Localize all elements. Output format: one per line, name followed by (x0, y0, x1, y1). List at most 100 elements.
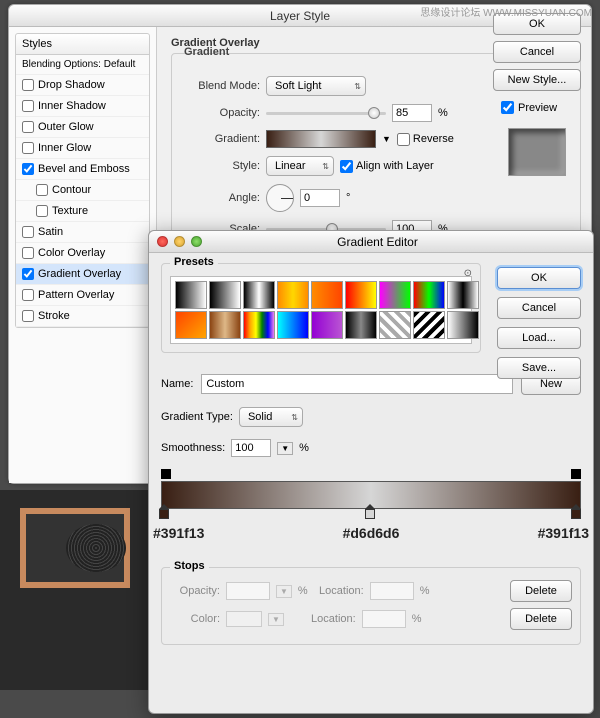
opacity-stop[interactable] (161, 469, 171, 479)
stop-opacity-dropdown-icon[interactable]: ▼ (276, 585, 292, 598)
save-button[interactable]: Save... (497, 357, 581, 379)
blending-options-item[interactable]: Blending Options: Default (16, 55, 149, 75)
sidebar-item[interactable]: Pattern Overlay (16, 285, 149, 306)
sidebar-item[interactable]: Inner Shadow (16, 96, 149, 117)
gradient-type-select[interactable]: Solid⇅ (239, 407, 303, 427)
reverse-checkbox[interactable]: Reverse (397, 133, 454, 146)
style-checkbox[interactable] (36, 184, 48, 196)
sidebar-item[interactable]: Satin (16, 222, 149, 243)
stop-location-input[interactable] (362, 610, 406, 628)
sidebar-item-label: Satin (38, 226, 63, 238)
styles-header[interactable]: Styles (15, 33, 150, 55)
sidebar-item-label: Color Overlay (38, 247, 105, 259)
style-checkbox[interactable] (22, 310, 34, 322)
preset-swatch[interactable] (277, 311, 309, 339)
blend-mode-select[interactable]: Soft Light⇅ (266, 76, 366, 96)
preset-swatch[interactable] (209, 311, 241, 339)
preview-checkbox[interactable]: Preview (493, 101, 581, 114)
preset-swatch[interactable] (311, 311, 343, 339)
stop-location-input[interactable] (370, 582, 414, 600)
opacity-stop[interactable] (571, 469, 581, 479)
smoothness-input[interactable] (231, 439, 271, 457)
style-select[interactable]: Linear⇅ (266, 156, 334, 176)
sidebar-item-label: Stroke (38, 310, 70, 322)
preset-swatch[interactable] (379, 281, 411, 309)
percent-label: % (438, 107, 448, 119)
color-stop[interactable] (159, 509, 171, 523)
sidebar-item[interactable]: Texture (16, 201, 149, 222)
sidebar-item[interactable]: Stroke (16, 306, 149, 327)
hex-annotation: #d6d6d6 (343, 525, 400, 541)
percent-label: % (412, 613, 422, 625)
delete-button[interactable]: Delete (510, 608, 572, 630)
preset-swatch[interactable] (345, 311, 377, 339)
cancel-button[interactable]: Cancel (497, 297, 581, 319)
preset-swatch[interactable] (277, 281, 309, 309)
cancel-button[interactable]: Cancel (493, 41, 581, 63)
sidebar-item[interactable]: Outer Glow (16, 117, 149, 138)
preset-swatch[interactable] (243, 311, 275, 339)
preset-swatch[interactable] (379, 311, 411, 339)
preset-swatch[interactable] (447, 311, 479, 339)
opacity-input[interactable] (392, 104, 432, 122)
sidebar-item[interactable]: Contour (16, 180, 149, 201)
blend-mode-label: Blend Mode: (186, 80, 260, 92)
sidebar-item-label: Contour (52, 184, 91, 196)
gradient-picker[interactable] (266, 130, 376, 148)
angle-label: Angle: (186, 192, 260, 204)
sidebar-item[interactable]: Color Overlay (16, 243, 149, 264)
style-checkbox[interactable] (22, 289, 34, 301)
stop-opacity-input[interactable] (226, 582, 270, 600)
styles-sidebar: Styles Blending Options: Default Drop Sha… (9, 27, 157, 483)
style-checkbox[interactable] (22, 121, 34, 133)
chevron-updown-icon: ⇅ (291, 413, 298, 422)
style-checkbox[interactable] (22, 226, 34, 238)
smoothness-dropdown-icon[interactable]: ▼ (277, 442, 293, 455)
preset-swatch[interactable] (243, 281, 275, 309)
preset-swatch[interactable] (209, 281, 241, 309)
hex-annotation: #391f13 (538, 525, 589, 541)
name-input[interactable] (201, 374, 513, 394)
gradient-editor-dialog: Gradient Editor Presets ⊙ OK Cancel Load… (148, 230, 594, 714)
style-checkbox[interactable] (36, 205, 48, 217)
preset-swatch[interactable] (413, 311, 445, 339)
degree-label: ° (346, 192, 350, 204)
style-checkbox[interactable] (22, 268, 34, 280)
opacity-slider[interactable] (266, 106, 386, 120)
preset-swatch[interactable] (447, 281, 479, 309)
preset-swatch[interactable] (413, 281, 445, 309)
sidebar-item[interactable]: Bevel and Emboss (16, 159, 149, 180)
preset-swatch[interactable] (175, 311, 207, 339)
align-with-layer-checkbox[interactable]: Align with Layer (340, 160, 434, 173)
color-stop[interactable] (365, 509, 377, 523)
load-button[interactable]: Load... (497, 327, 581, 349)
sidebar-item[interactable]: Inner Glow (16, 138, 149, 159)
angle-dial[interactable] (266, 184, 294, 212)
name-label: Name: (161, 378, 193, 390)
delete-button[interactable]: Delete (510, 580, 572, 602)
smoothness-label: Smoothness: (161, 442, 225, 454)
gradient-label: Gradient: (186, 133, 260, 145)
new-style-button[interactable]: New Style... (493, 69, 581, 91)
ok-button[interactable]: OK (497, 267, 581, 289)
gradient-type-label: Gradient Type: (161, 411, 233, 423)
color-stop[interactable] (571, 509, 583, 523)
presets-menu-icon[interactable]: ⊙ (464, 268, 472, 279)
gradient-dropdown-icon[interactable]: ▼ (382, 134, 391, 144)
angle-input[interactable] (300, 189, 340, 207)
preset-swatch[interactable] (345, 281, 377, 309)
preset-swatch[interactable] (175, 281, 207, 309)
sidebar-item-label: Drop Shadow (38, 79, 105, 91)
preset-swatch[interactable] (311, 281, 343, 309)
sidebar-item[interactable]: Gradient Overlay (16, 264, 149, 285)
sidebar-item[interactable]: Drop Shadow (16, 75, 149, 96)
stop-color-well[interactable] (226, 611, 262, 627)
style-checkbox[interactable] (22, 247, 34, 259)
style-checkbox[interactable] (22, 142, 34, 154)
stop-color-dropdown-icon[interactable]: ▼ (268, 613, 284, 626)
style-checkbox[interactable] (22, 79, 34, 91)
style-checkbox[interactable] (22, 100, 34, 112)
style-label: Style: (186, 160, 260, 172)
chevron-updown-icon: ⇅ (322, 162, 329, 171)
style-checkbox[interactable] (22, 163, 34, 175)
